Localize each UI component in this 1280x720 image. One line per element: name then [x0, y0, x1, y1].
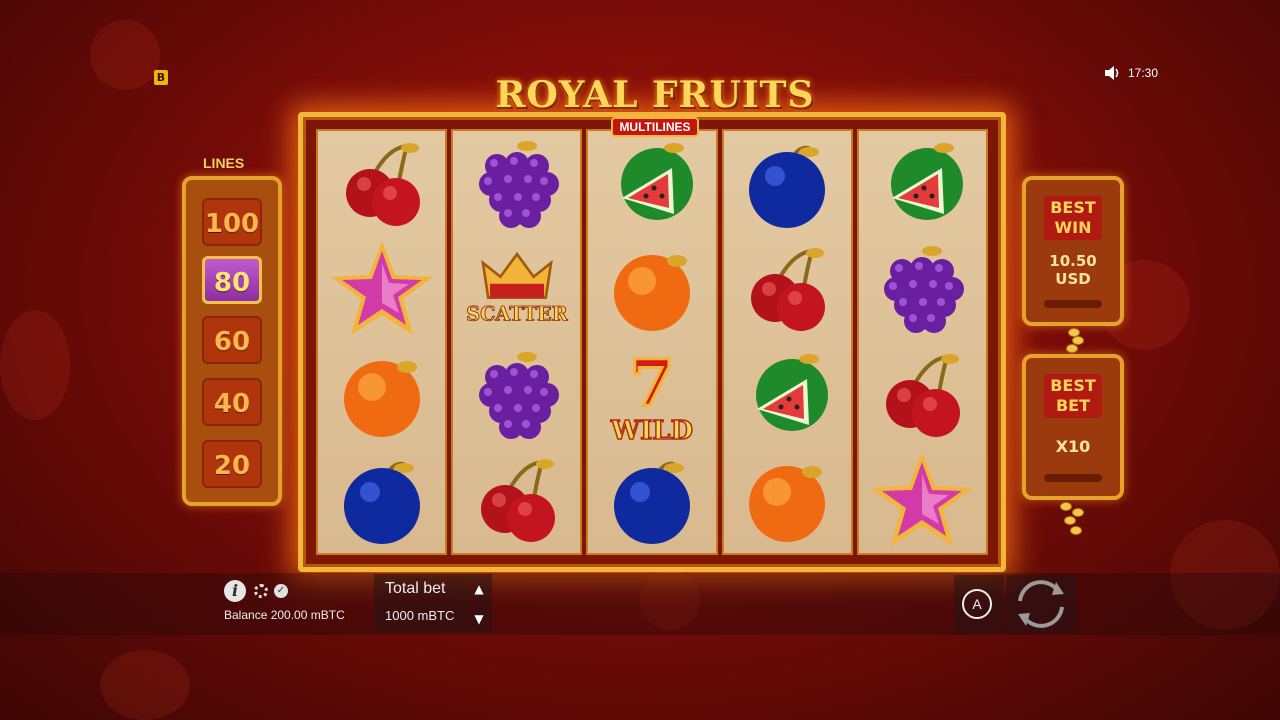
grapes-symbol — [462, 345, 572, 445]
watermelon-symbol — [732, 345, 842, 445]
grapes-symbol — [462, 134, 572, 234]
best-win-value: 10.50 USD — [1043, 252, 1103, 288]
cherry-symbol — [327, 134, 437, 234]
best-bet-panel: BEST BET X10 — [1022, 354, 1124, 500]
game-subtitle: MULTILINES — [611, 117, 699, 137]
bottom-bar — [0, 573, 1280, 635]
line-option-20[interactable]: 20 — [202, 440, 262, 488]
settings-check-icon[interactable]: ✓ — [274, 584, 288, 598]
plum-symbol — [597, 450, 707, 550]
lines-title: LINES — [203, 155, 245, 171]
total-bet-control: Total bet 1000 mBTC ▲ ▼ — [374, 574, 492, 632]
total-bet-label: Total bet — [385, 580, 446, 597]
cherry-symbol — [462, 450, 572, 550]
grapes-symbol — [867, 239, 977, 339]
game-title: ROYAL FRUITS — [495, 74, 815, 116]
watermelon-symbol — [867, 134, 977, 234]
spin-button[interactable] — [1006, 575, 1076, 633]
coin-slot — [1044, 300, 1102, 308]
svg-text:SCATTER: SCATTER — [466, 303, 568, 326]
wild-symbol: 7 WILD — [597, 345, 707, 445]
coin-slot — [1044, 474, 1102, 482]
autoplay-icon: A — [962, 589, 992, 619]
reel-5 — [856, 129, 989, 555]
total-bet-value: 1000 mBTC — [385, 608, 455, 623]
coin-icon — [1070, 526, 1082, 535]
reels-frame: SCATTER 7 WILD — [298, 112, 1006, 572]
star-symbol — [327, 239, 437, 339]
info-group: i ✓ Balance 200.00 mBTC — [224, 578, 374, 630]
reels-area[interactable]: SCATTER 7 WILD — [316, 129, 989, 555]
bokeh — [100, 650, 190, 720]
scatter-symbol: SCATTER — [462, 239, 572, 339]
game-logo: ROYAL FRUITS MULTILINES — [470, 72, 840, 140]
best-win-label: BEST WIN — [1044, 196, 1102, 240]
svg-text:WILD: WILD — [610, 416, 693, 445]
best-win-label-line2: WIN — [1054, 218, 1092, 237]
brand-badge: B — [154, 70, 168, 85]
cherry-symbol — [867, 345, 977, 445]
cherry-symbol — [732, 239, 842, 339]
bet-down-arrow-icon[interactable]: ▼ — [472, 612, 486, 626]
reel-4 — [721, 129, 853, 555]
bokeh — [90, 20, 160, 90]
line-option-80-selected[interactable]: 80 — [202, 256, 262, 304]
coin-icon — [1064, 516, 1076, 525]
plum-symbol — [732, 134, 842, 234]
svg-text:7: 7 — [630, 346, 675, 421]
best-bet-label-line2: BET — [1055, 396, 1091, 415]
watermelon-symbol — [597, 134, 707, 234]
top-right-status: 17:30 — [1104, 66, 1158, 80]
settings-gear-icon[interactable] — [254, 584, 268, 598]
bokeh — [0, 310, 70, 420]
speaker-icon[interactable] — [1104, 66, 1120, 80]
info-icon[interactable]: i — [224, 580, 246, 602]
clock-time: 17:30 — [1127, 66, 1158, 80]
line-option-40[interactable]: 40 — [202, 378, 262, 426]
bet-up-arrow-icon[interactable]: ▲ — [472, 582, 486, 596]
best-win-currency: USD — [1055, 270, 1091, 288]
best-win-panel: BEST WIN 10.50 USD — [1022, 176, 1124, 326]
reel-3: 7 WILD — [586, 129, 718, 555]
reel-2: SCATTER — [451, 129, 583, 555]
orange-symbol — [597, 239, 707, 339]
best-win-label-line1: BEST — [1050, 198, 1096, 217]
best-bet-label: BEST BET — [1044, 374, 1102, 418]
autoplay-button[interactable]: A — [954, 575, 1004, 633]
best-win-amount: 10.50 — [1049, 252, 1097, 270]
spin-refresh-icon — [1018, 580, 1064, 628]
line-option-100[interactable]: 100 — [202, 198, 262, 246]
lines-panel: 100 80 60 40 20 — [182, 176, 282, 506]
best-bet-value: X10 — [1055, 437, 1091, 456]
reel-1 — [316, 129, 448, 555]
coin-icon — [1060, 502, 1072, 511]
star-symbol — [867, 450, 977, 550]
orange-symbol — [732, 450, 842, 550]
best-bet-label-line1: BEST — [1050, 376, 1096, 395]
coin-icon — [1072, 508, 1084, 517]
coin-icon — [1066, 344, 1078, 353]
line-option-60[interactable]: 60 — [202, 316, 262, 364]
plum-symbol — [327, 450, 437, 550]
orange-symbol — [327, 345, 437, 445]
balance-text: Balance 200.00 mBTC — [224, 608, 345, 622]
